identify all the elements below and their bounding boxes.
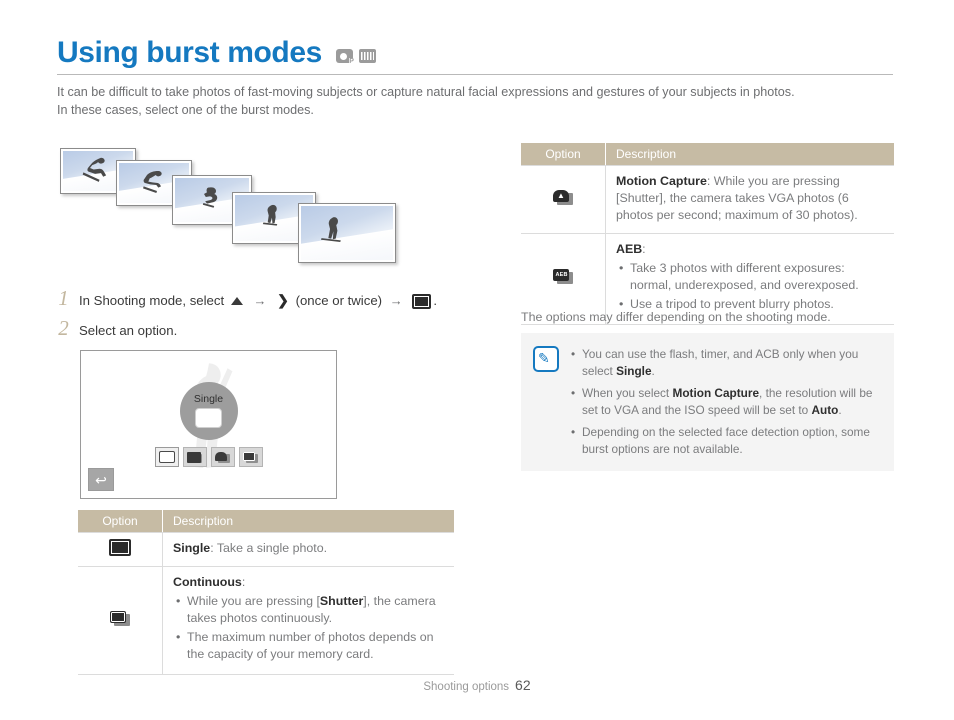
arrow-right-icon: → <box>389 293 403 308</box>
option-aeb[interactable] <box>238 447 263 467</box>
option-detail: : <box>642 242 646 256</box>
row-description: Continuous: While you are pressing [Shut… <box>162 566 454 675</box>
burst-options-table-left: Option Description Single: Take a single… <box>78 510 454 675</box>
option-bullets: While you are pressing [Shutter], the ca… <box>173 593 444 663</box>
step-1-pre: In Shooting mode, select <box>79 293 225 308</box>
step-1-mid: (once or twice) <box>295 293 383 308</box>
motion-capture-icon: ▲ <box>553 189 573 205</box>
continuous-icon <box>110 610 130 626</box>
list-item: While you are pressing [Shutter], the ca… <box>176 593 444 627</box>
page-footer: Shooting options 62 <box>0 677 954 693</box>
option-detail: : <box>241 575 246 589</box>
snowboarder-silhouette <box>320 217 341 243</box>
aeb-icon <box>243 451 258 463</box>
list-item: The maximum number of photos depends on … <box>176 629 444 663</box>
list-item: Depending on the selected face detection… <box>571 424 880 457</box>
back-button[interactable]: ↩ <box>88 468 114 491</box>
single-icon <box>158 451 175 463</box>
intro-line-2: In these cases, select one of the burst … <box>57 103 314 117</box>
snowboarder-silhouette <box>202 187 218 208</box>
step-number: 2 <box>58 316 69 340</box>
list-item: When you select Motion Capture, the reso… <box>571 385 880 418</box>
note-feather-icon: ✎ <box>533 346 559 372</box>
header-option: Option <box>78 510 163 533</box>
intro-line-1: It can be difficult to take photos of fa… <box>57 85 795 99</box>
aeb-icon: AEB <box>553 269 573 284</box>
option-bullets: Take 3 photos with different exposures: … <box>616 260 884 313</box>
table-header-row: Option Description <box>521 143 894 166</box>
step-1-post: . <box>433 293 438 308</box>
table-row: Continuous: While you are pressing [Shut… <box>78 566 454 675</box>
up-triangle-icon <box>230 297 243 306</box>
note-caption: The options may differ depending on the … <box>521 310 831 324</box>
header-description: Description <box>162 510 454 533</box>
table-header-row: Option Description <box>78 510 454 533</box>
row-description: Single: Take a single photo. <box>162 532 454 567</box>
bubble-label: Single <box>193 393 224 406</box>
burst-photo-sequence <box>58 140 478 263</box>
photo-frame <box>298 203 396 263</box>
page-title: Using burst modes <box>57 36 322 69</box>
lcd-option-bar[interactable] <box>154 447 263 467</box>
list-item: You can use the flash, timer, and ACB on… <box>571 346 880 379</box>
row-option-icon <box>78 566 163 675</box>
row-option-icon <box>78 532 163 567</box>
step-text: In Shooting mode, select → ❯ (once or tw… <box>79 292 437 310</box>
row-option-icon: ▲ <box>521 165 606 234</box>
option-term: Single <box>173 541 211 555</box>
single-icon <box>195 407 222 428</box>
movie-icon <box>358 49 376 63</box>
snowboarder-silhouette <box>143 171 162 193</box>
burst-rect-icon <box>412 294 432 310</box>
selected-option-bubble: Single <box>179 382 238 440</box>
note-box: ✎ You can use the flash, timer, and ACB … <box>521 333 894 471</box>
step-2: 2 Select an option. <box>57 318 177 340</box>
step-text: Select an option. <box>79 323 178 338</box>
option-detail: : Take a single photo. <box>210 541 328 555</box>
burst-options-table-right: Option Description ▲ Motion Capture: Whi… <box>521 143 894 325</box>
arrow-right-icon: → <box>253 293 267 308</box>
list-item: Take 3 photos with different exposures: … <box>619 260 884 294</box>
header-description: Description <box>605 143 894 166</box>
page-number: 62 <box>515 677 531 693</box>
motion-capture-icon <box>215 451 230 463</box>
page-header: Using burst modes <box>57 38 893 75</box>
camera-program-icon <box>335 49 354 65</box>
option-term: Motion Capture <box>616 174 707 188</box>
snowboarder-silhouette <box>262 204 278 226</box>
option-motion-capture[interactable] <box>210 447 235 467</box>
step-1: 1 In Shooting mode, select → ❯ (once or … <box>57 288 437 310</box>
footer-section: Shooting options <box>423 681 510 693</box>
note-bullets: You can use the flash, timer, and ACB on… <box>570 346 880 457</box>
row-description: Motion Capture: While you are pressing [… <box>605 165 894 234</box>
option-term: Continuous <box>173 575 242 589</box>
table-row: Single: Take a single photo. <box>78 532 454 567</box>
option-term: AEB <box>616 242 643 256</box>
chevron-right-icon: ❯ <box>277 292 289 308</box>
step-number: 1 <box>58 286 69 310</box>
single-icon <box>109 538 131 556</box>
option-single[interactable] <box>154 447 179 467</box>
continuous-icon <box>187 451 202 463</box>
intro-text: It can be difficult to take photos of fa… <box>57 83 887 119</box>
camera-lcd-mock: Single ↩ <box>80 350 337 499</box>
option-continuous[interactable] <box>182 447 207 467</box>
table-row: ▲ Motion Capture: While you are pressing… <box>521 165 894 234</box>
title-mode-icons <box>335 49 376 68</box>
header-option: Option <box>521 143 606 166</box>
manual-page: Using burst modes It can be difficult to… <box>0 0 954 720</box>
